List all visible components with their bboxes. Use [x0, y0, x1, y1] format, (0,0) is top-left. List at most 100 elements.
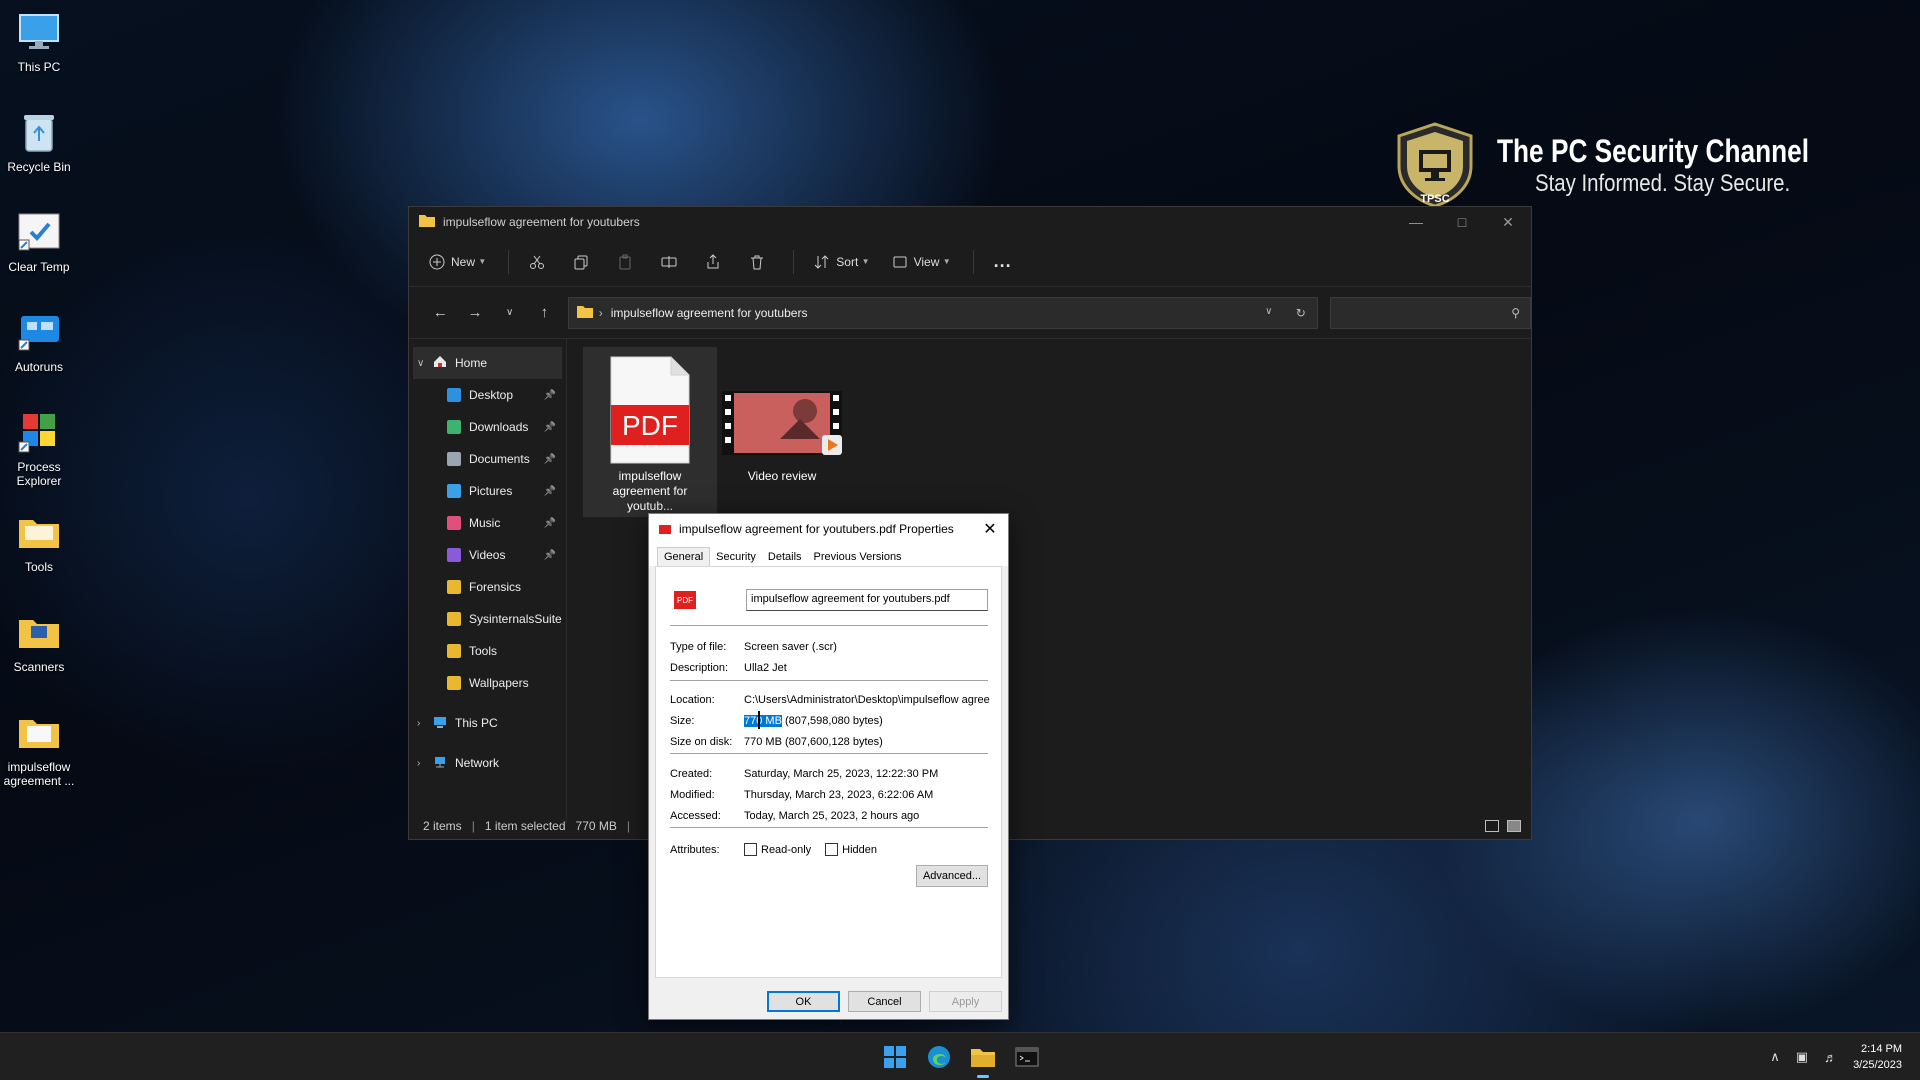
refresh-icon[interactable]: ↻	[1285, 306, 1317, 320]
explorer-titlebar[interactable]: impulseflow agreement for youtubers — □ …	[409, 207, 1531, 237]
copy-button[interactable]	[573, 254, 595, 270]
close-icon[interactable]: ✕	[972, 519, 1008, 539]
volume-icon[interactable]: ♬	[1824, 1050, 1837, 1065]
hidden-checkbox[interactable]: Hidden	[825, 843, 877, 856]
size-selected-text[interactable]: 770 MB	[744, 715, 782, 727]
close-button[interactable]: ✕	[1485, 214, 1531, 231]
sidebar-item-this-pc[interactable]: › This PC	[409, 707, 566, 739]
apply-button[interactable]: Apply	[929, 991, 1002, 1012]
desktop-icon-process-explorer[interactable]: Process Explorer	[0, 410, 78, 488]
sidebar-item-network[interactable]: › Network	[409, 747, 566, 779]
pin-icon[interactable]: 📌	[544, 390, 556, 401]
file-item-video[interactable]: Video review	[717, 389, 847, 499]
sidebar-item-label: Tools	[469, 644, 498, 658]
tab-previous-versions[interactable]: Previous Versions	[808, 548, 908, 566]
sidebar-item-downloads[interactable]: Downloads 📌	[409, 411, 566, 443]
tab-general[interactable]: General	[657, 547, 711, 566]
clock[interactable]: 2:14 PM 3/25/2023	[1853, 1041, 1902, 1073]
pin-icon[interactable]: 📌	[544, 518, 556, 529]
dialog-title: impulseflow agreement for youtubers.pdf …	[679, 522, 954, 536]
sidebar-item-label: Documents	[469, 452, 530, 466]
recent-chevron-down-icon[interactable]: ∨	[492, 307, 527, 318]
pin-icon[interactable]: 📌	[544, 486, 556, 497]
desktop-icon-recycle-bin[interactable]: Recycle Bin	[0, 110, 78, 174]
address-dropdown-icon[interactable]: ∨	[1253, 306, 1285, 320]
new-button[interactable]: New ▼	[429, 254, 486, 270]
tab-details[interactable]: Details	[762, 548, 808, 566]
paste-button[interactable]	[617, 254, 639, 270]
pdf-small-icon	[659, 524, 671, 534]
network-icon[interactable]: ▣	[1796, 1049, 1808, 1065]
desktop-icon-label: Autoruns	[14, 360, 64, 374]
desktop-icon-clear-temp[interactable]: Clear Temp	[0, 210, 78, 274]
share-button[interactable]	[705, 253, 727, 270]
cut-button[interactable]	[529, 254, 551, 270]
rename-button[interactable]	[661, 254, 683, 270]
desktop-icon-impulseflow[interactable]: impulseflow agreement ...	[0, 710, 78, 788]
file-explorer-app-button[interactable]	[967, 1041, 999, 1078]
desktop-icon-tools[interactable]: Tools	[0, 510, 78, 574]
delete-button[interactable]	[749, 254, 771, 270]
tab-security[interactable]: Security	[710, 548, 762, 566]
readonly-checkbox[interactable]: Read-only	[744, 843, 811, 856]
checkbox-box[interactable]	[825, 843, 839, 856]
trash-icon	[751, 255, 764, 269]
share-icon	[707, 253, 719, 268]
desktop-icon-label: Process Explorer	[16, 460, 62, 488]
created-label: Created:	[670, 768, 713, 780]
file-item-pdf[interactable]: PDF impulseflow agreement for youtub...	[583, 347, 717, 517]
tiles-view-icon[interactable]	[1507, 820, 1521, 832]
windows-logo-icon	[884, 1046, 906, 1068]
address-bar[interactable]: › impulseflow agreement for youtubers ∨ …	[567, 296, 1318, 329]
sidebar-item-music[interactable]: Music 📌	[409, 507, 566, 539]
pin-icon[interactable]: 📌	[544, 422, 556, 433]
sidebar-item-sysinternalssuite[interactable]: SysinternalsSuite	[409, 603, 566, 635]
sidebar-item-desktop[interactable]: Desktop 📌	[409, 379, 566, 411]
back-arrow-icon[interactable]: ←	[423, 304, 458, 321]
terminal-app-button[interactable]	[1011, 1041, 1043, 1073]
start-button[interactable]	[879, 1041, 911, 1073]
chevron-right-icon[interactable]: ›	[417, 718, 433, 729]
desktop-icon-this-pc[interactable]: This PC	[0, 10, 78, 74]
desktop-icon-label: Recycle Bin	[7, 160, 71, 174]
shield-badge-text: TPSC	[1420, 193, 1449, 205]
process-explorer-icon	[17, 410, 61, 454]
sidebar-item-home[interactable]: ∨ Home	[413, 347, 562, 379]
sidebar-item-forensics[interactable]: Forensics	[409, 571, 566, 603]
sidebar-item-wallpapers[interactable]: Wallpapers	[409, 667, 566, 699]
minimize-button[interactable]: —	[1393, 214, 1439, 231]
sort-button[interactable]: Sort ▼	[814, 254, 870, 270]
view-button[interactable]: View ▼	[892, 254, 951, 270]
sidebar-item-tools[interactable]: Tools	[409, 635, 566, 667]
shield-logo-icon: TPSC	[1395, 122, 1475, 208]
sidebar-item-videos[interactable]: Videos 📌	[409, 539, 566, 571]
breadcrumb-current[interactable]: impulseflow agreement for youtubers	[611, 306, 808, 320]
edge-app-button[interactable]	[923, 1041, 955, 1073]
checkbox-box[interactable]	[744, 843, 757, 856]
cancel-button[interactable]: Cancel	[848, 991, 921, 1012]
maximize-button[interactable]: □	[1439, 214, 1485, 231]
up-arrow-icon[interactable]: ↑	[527, 304, 562, 321]
desktop-icon-scanners[interactable]: Scanners	[0, 610, 78, 674]
details-view-icon[interactable]	[1485, 820, 1499, 832]
filename-field[interactable]: impulseflow agreement for youtubers.pdf	[746, 589, 988, 611]
chevron-down-icon[interactable]: ∨	[417, 358, 433, 369]
ok-button[interactable]: OK	[767, 991, 840, 1012]
video-thumbnail-icon	[720, 389, 844, 457]
advanced-button[interactable]: Advanced...	[916, 865, 988, 887]
desktop-icon-autoruns[interactable]: Autoruns	[0, 310, 78, 374]
forward-arrow-icon[interactable]: →	[458, 304, 493, 321]
sidebar-item-label: Network	[455, 756, 500, 770]
chevron-up-icon[interactable]: ∧	[1770, 1049, 1780, 1065]
search-input[interactable]: ⚲	[1329, 296, 1531, 329]
chevron-right-icon[interactable]: ›	[417, 758, 433, 769]
pin-icon[interactable]: 📌	[544, 550, 556, 561]
sidebar-item-pictures[interactable]: Pictures 📌	[409, 475, 566, 507]
folder-icon	[419, 214, 435, 230]
sidebar-item-documents[interactable]: Documents 📌	[409, 443, 566, 475]
sidebar-item-label: Desktop	[469, 388, 514, 402]
dialog-titlebar[interactable]: impulseflow agreement for youtubers.pdf …	[649, 514, 1008, 544]
pin-icon[interactable]: 📌	[544, 454, 556, 465]
more-options-button[interactable]: ...	[994, 251, 1012, 272]
status-divider: |	[471, 819, 475, 833]
